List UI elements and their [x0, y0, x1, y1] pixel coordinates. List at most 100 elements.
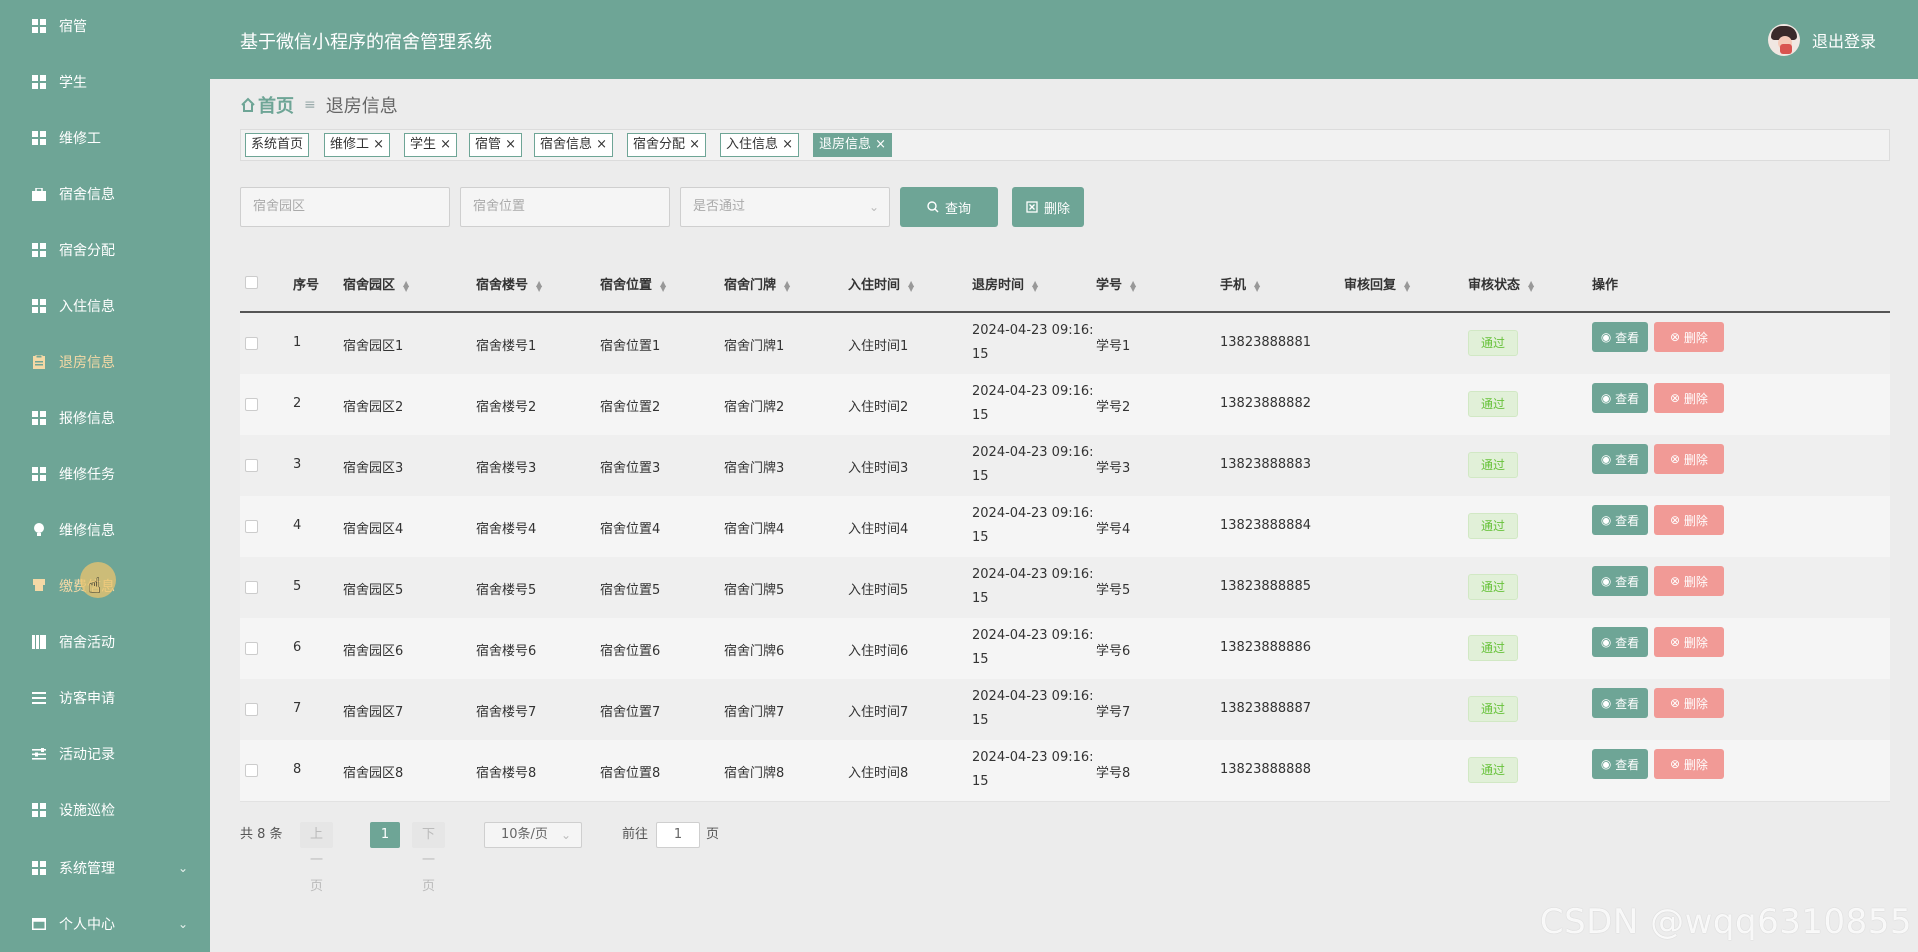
row-checkbox[interactable]: [245, 337, 258, 350]
row-checkbox[interactable]: [245, 703, 258, 716]
row-checkbox[interactable]: [245, 398, 258, 411]
close-icon[interactable]: ×: [778, 137, 793, 152]
sidebar-item-checkin-info[interactable]: 入住信息: [0, 278, 210, 334]
sidebar-item-dorm-allocation[interactable]: 宿舍分配: [0, 222, 210, 278]
sort-icon[interactable]: ▲ ▼: [1130, 279, 1136, 292]
grid-icon: [31, 298, 47, 314]
tag-dorm-allocation[interactable]: 宿舍分配 ×: [627, 133, 707, 157]
view-button[interactable]: ◉ 查看: [1592, 383, 1648, 413]
sidebar-item-dorm-manager[interactable]: 宿管: [0, 0, 210, 54]
delete-button[interactable]: ⊗ 删除: [1654, 322, 1724, 352]
location-search-input[interactable]: 宿舍位置: [460, 187, 670, 227]
tag-checkin-info[interactable]: 入住信息 ×: [720, 133, 800, 157]
tag-repairman[interactable]: 维修工 ×: [324, 133, 391, 157]
column-header-door[interactable]: 宿舍门牌 ▲ ▼: [724, 274, 790, 293]
row-checkbox[interactable]: [245, 459, 258, 472]
sidebar-item-dorm-info[interactable]: 宿舍信息: [0, 166, 210, 222]
next-page-button[interactable]: 下一页: [412, 822, 446, 894]
sort-icon[interactable]: ▲ ▼: [1404, 279, 1410, 292]
column-header-park[interactable]: 宿舍园区 ▲ ▼: [343, 274, 409, 293]
delete-button[interactable]: ⊗ 删除: [1654, 688, 1724, 718]
view-button[interactable]: ◉ 查看: [1592, 566, 1648, 596]
sidebar-item-checkout-info[interactable]: 退房信息: [0, 334, 210, 390]
sidebar-item-facility-inspection[interactable]: 设施巡检: [0, 782, 210, 838]
delete-button[interactable]: ⊗ 删除: [1654, 505, 1724, 535]
column-header-review-reply[interactable]: 审核回复 ▲ ▼: [1344, 274, 1410, 293]
sidebar-item-repair-report[interactable]: 报修信息: [0, 390, 210, 446]
view-button[interactable]: ◉ 查看: [1592, 505, 1648, 535]
row-checkbox[interactable]: [245, 642, 258, 655]
delete-button[interactable]: ⊗ 删除: [1654, 444, 1724, 474]
tag-home[interactable]: 系统首页: [245, 133, 310, 157]
cell-park: 宿舍园区6: [343, 644, 404, 659]
cell-location: 宿舍位置3: [600, 461, 661, 476]
column-header-phone[interactable]: 手机 ▲ ▼: [1220, 274, 1260, 293]
page-size-select[interactable]: 10条/页 ⌄: [484, 822, 582, 848]
page-number-current[interactable]: 1: [370, 822, 400, 848]
row-checkbox[interactable]: [245, 764, 258, 777]
column-header-building[interactable]: 宿舍楼号 ▲ ▼: [476, 274, 542, 293]
tag-student[interactable]: 学生 ×: [404, 133, 458, 157]
sort-icon[interactable]: ▲ ▼: [1528, 279, 1534, 292]
delete-button[interactable]: ⊗ 删除: [1654, 566, 1724, 596]
view-button[interactable]: ◉ 查看: [1592, 627, 1648, 657]
sidebar-item-repairman[interactable]: 维修工: [0, 110, 210, 166]
close-icon[interactable]: ×: [685, 137, 700, 152]
sidebar-item-repair-task[interactable]: 维修任务: [0, 446, 210, 502]
cell-phone: 13823888883: [1220, 457, 1311, 472]
column-header-location[interactable]: 宿舍位置 ▲ ▼: [600, 274, 666, 293]
table-row: 3 宿舍园区3 宿舍楼号3 宿舍位置3 宿舍门牌3 入住时间3 2024-04-…: [240, 435, 1890, 497]
sidebar-item-activity-record[interactable]: 活动记录: [0, 726, 210, 782]
column-header-review-status[interactable]: 审核状态 ▲ ▼: [1468, 274, 1534, 293]
sidebar-item-dorm-activity[interactable]: 宿舍活动: [0, 614, 210, 670]
sort-icon[interactable]: ▲ ▼: [403, 279, 409, 292]
tag-checkout-info[interactable]: 退房信息 ×: [813, 133, 893, 157]
query-button[interactable]: 查询: [900, 187, 998, 227]
cell-student-id: 学号5: [1096, 583, 1131, 598]
row-checkbox[interactable]: [245, 581, 258, 594]
column-header-label: 宿舍位置: [600, 278, 653, 293]
breadcrumb-home[interactable]: 首页: [240, 92, 294, 118]
park-search-input[interactable]: 宿舍园区: [240, 187, 450, 227]
sort-icon[interactable]: ▲ ▼: [1254, 279, 1260, 292]
close-icon[interactable]: ×: [369, 137, 384, 152]
row-checkbox[interactable]: [245, 520, 258, 533]
close-icon[interactable]: ×: [501, 137, 516, 152]
sidebar-item-personal-center[interactable]: 个人中心 ⌄: [0, 896, 210, 952]
sidebar-item-student[interactable]: 学生: [0, 54, 210, 110]
sort-icon[interactable]: ▲ ▼: [1032, 279, 1038, 292]
view-button[interactable]: ◉ 查看: [1592, 444, 1648, 474]
view-button[interactable]: ◉ 查看: [1592, 688, 1648, 718]
view-button[interactable]: ◉ 查看: [1592, 749, 1648, 779]
column-header-checkin[interactable]: 入住时间 ▲ ▼: [848, 274, 914, 293]
sort-icon[interactable]: ▲ ▼: [536, 279, 542, 292]
sort-icon[interactable]: ▲ ▼: [784, 279, 790, 292]
tag-dorm-info[interactable]: 宿舍信息 ×: [534, 133, 614, 157]
column-header-checkout[interactable]: 退房时间 ▲ ▼: [972, 274, 1038, 293]
select-all-checkbox[interactable]: [245, 276, 258, 289]
view-button[interactable]: ◉ 查看: [1592, 322, 1648, 352]
prev-page-button[interactable]: 上一页: [300, 822, 334, 894]
delete-button[interactable]: ⊗ 删除: [1654, 383, 1724, 413]
close-icon[interactable]: ×: [592, 137, 607, 152]
cell-door: 宿舍门牌4: [724, 522, 785, 537]
column-header-student-id[interactable]: 学号 ▲ ▼: [1096, 274, 1136, 293]
avatar[interactable]: [1768, 24, 1800, 56]
batch-delete-button[interactable]: 删除: [1012, 187, 1084, 227]
logout-button[interactable]: 退出登录: [1812, 28, 1876, 52]
tag-dorm-manager[interactable]: 宿管 ×: [469, 133, 523, 157]
sidebar-item-visitor-application[interactable]: 访客申请: [0, 670, 210, 726]
sort-icon[interactable]: ▲ ▼: [660, 279, 666, 292]
sidebar-item-label: 报修信息: [59, 411, 115, 427]
cell-phone: 13823888887: [1220, 701, 1311, 716]
close-circle-icon: ⊗: [1670, 391, 1684, 405]
delete-button[interactable]: ⊗ 删除: [1654, 749, 1724, 779]
delete-button[interactable]: ⊗ 删除: [1654, 627, 1724, 657]
approved-select[interactable]: 是否通过 ⌄: [680, 187, 890, 227]
sort-icon[interactable]: ▲ ▼: [908, 279, 914, 292]
sidebar-item-repair-info[interactable]: 维修信息: [0, 502, 210, 558]
goto-page-input[interactable]: 1: [656, 822, 700, 848]
close-icon[interactable]: ×: [436, 137, 451, 152]
sidebar-item-system-management[interactable]: 系统管理 ⌄: [0, 840, 210, 896]
close-icon[interactable]: ×: [871, 137, 886, 152]
